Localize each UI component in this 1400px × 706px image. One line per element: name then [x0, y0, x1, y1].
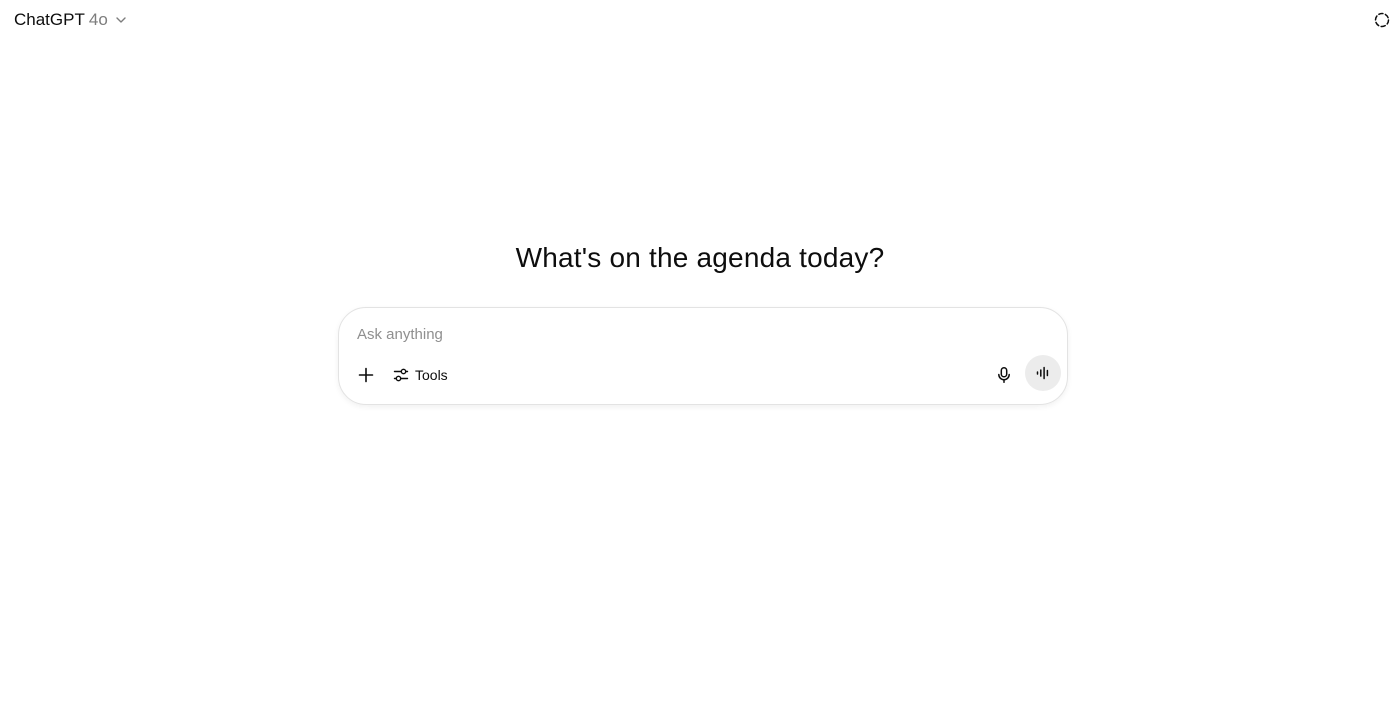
- microphone-icon: [995, 366, 1013, 384]
- top-bar: ChatGPT 4o: [0, 0, 1400, 40]
- model-name: ChatGPT: [14, 10, 85, 29]
- composer-toolbar: Tools: [339, 350, 1067, 404]
- page-headline: What's on the agenda today?: [515, 242, 885, 273]
- prompt-input[interactable]: [357, 322, 1037, 346]
- chevron-down-icon: [114, 13, 128, 27]
- dashed-circle-icon: [1373, 11, 1391, 29]
- temporary-chat-button[interactable]: [1370, 8, 1394, 32]
- dictate-button[interactable]: [989, 360, 1019, 390]
- voice-waveform-icon: [1035, 365, 1051, 381]
- tools-button[interactable]: Tools: [387, 360, 454, 390]
- add-attachment-button[interactable]: [351, 360, 381, 390]
- tools-label: Tools: [415, 367, 448, 383]
- plus-icon: [357, 366, 375, 384]
- model-selector-button[interactable]: ChatGPT 4o: [8, 6, 134, 34]
- sliders-icon: [393, 367, 409, 383]
- composer: Tools: [338, 307, 1068, 405]
- voice-mode-button[interactable]: [1025, 355, 1061, 391]
- model-version: 4o: [88, 10, 108, 29]
